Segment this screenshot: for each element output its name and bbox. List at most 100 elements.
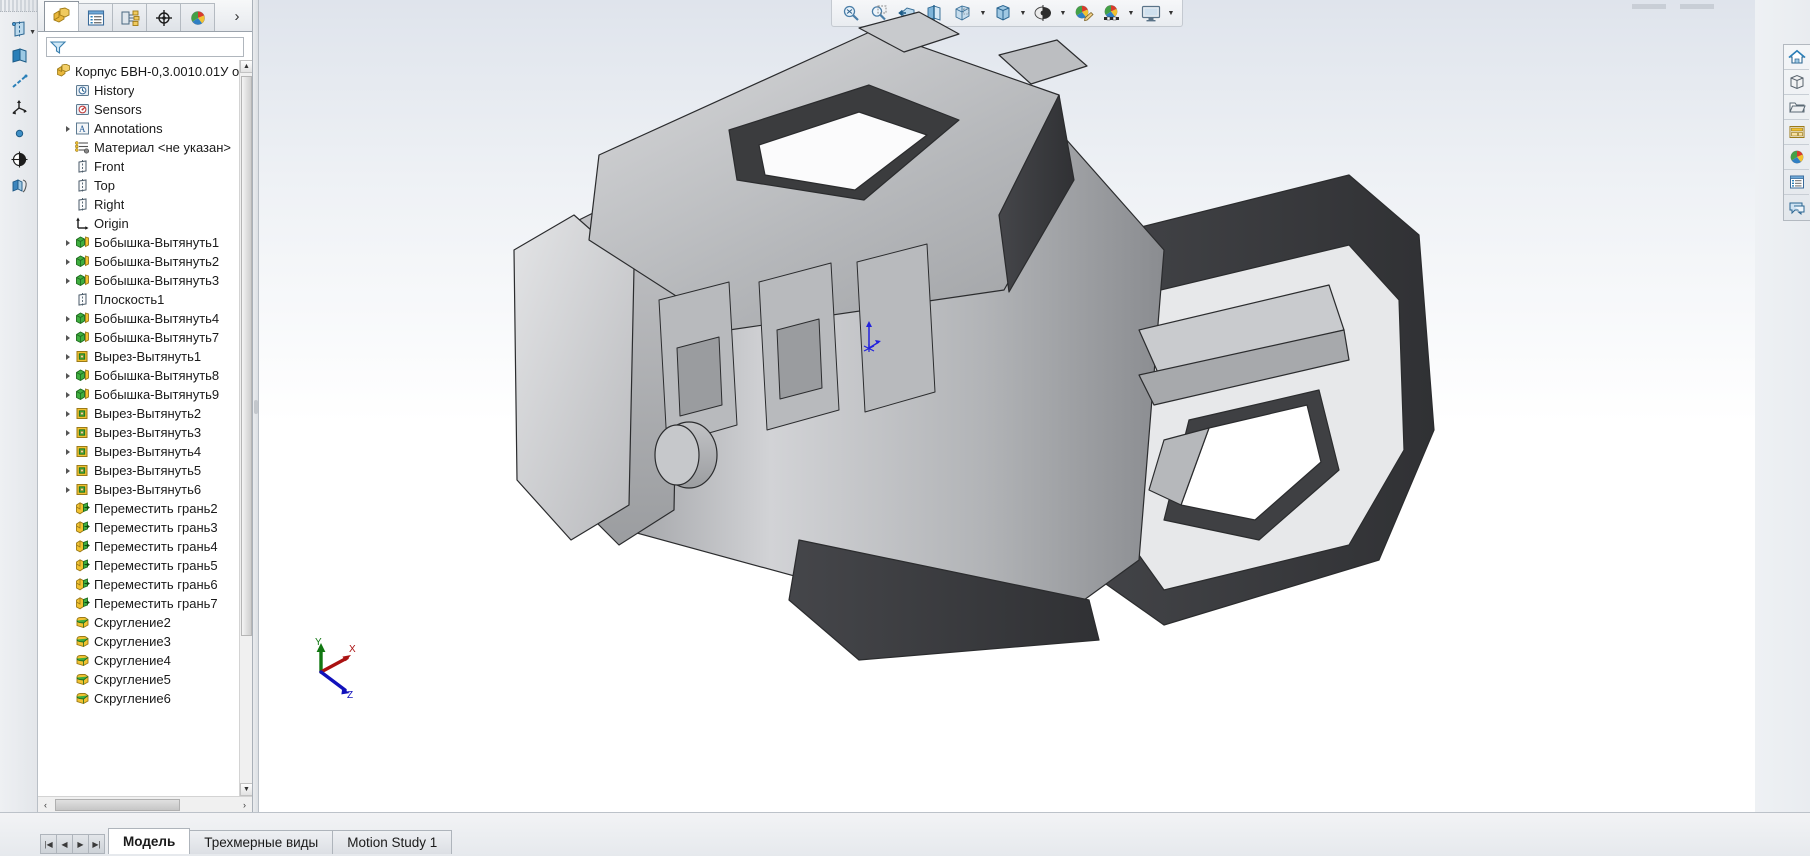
tree-item[interactable]: Плоскость1: [42, 290, 252, 309]
reference-point-button[interactable]: [0, 120, 38, 146]
nav-next-button[interactable]: ▶: [72, 834, 89, 854]
tab-configuration-manager[interactable]: [112, 3, 147, 31]
tree-item[interactable]: Top: [42, 176, 252, 195]
tree-item[interactable]: Скругление6: [42, 689, 252, 708]
tree-item[interactable]: Переместить грань5: [42, 556, 252, 575]
tree-horizontal-scrollbar[interactable]: ‹ ›: [38, 796, 252, 812]
expand-twisty-icon[interactable]: [61, 448, 74, 455]
tree-item[interactable]: Вырез-Вытянуть4: [42, 442, 252, 461]
scroll-right-button[interactable]: ›: [237, 798, 252, 812]
scroll-left-button[interactable]: ‹: [38, 798, 53, 812]
expand-twisty-icon[interactable]: [61, 315, 74, 322]
expand-twisty-icon[interactable]: [61, 467, 74, 474]
tree-item[interactable]: Вырез-Вытянуть3: [42, 423, 252, 442]
boss-extrude-icon: [74, 235, 91, 250]
scroll-up-button[interactable]: ▲: [240, 60, 252, 73]
h-scroll-thumb[interactable]: [55, 798, 180, 811]
tree-item[interactable]: Вырез-Вытянуть1: [42, 347, 252, 366]
3d-graphics-area[interactable]: ▼ ▼ ▼ ▼ ▼ Y X Z: [259, 0, 1755, 812]
tree-item-label: Скругление6: [94, 691, 171, 706]
mirror-part-button[interactable]: [0, 172, 38, 198]
appearances-scenes-button[interactable]: [1784, 145, 1809, 170]
tree-item[interactable]: Вырез-Вытянуть6: [42, 480, 252, 499]
tree-item-label: Annotations: [94, 121, 163, 136]
expand-panel-button[interactable]: ›: [226, 4, 248, 28]
design-tree[interactable]: Корпус БВН-0,3.0010.01У отливка (D Histor…: [38, 60, 252, 796]
reference-plane-2-button[interactable]: [0, 42, 38, 68]
tree-item-label: Top: [94, 178, 115, 193]
h-scroll-track[interactable]: [53, 798, 237, 812]
tree-item[interactable]: Бобышка-Вытянуть1: [42, 233, 252, 252]
expand-twisty-icon[interactable]: [61, 125, 74, 132]
filter-box[interactable]: [46, 37, 244, 57]
nav-first-button[interactable]: |◀: [40, 834, 57, 854]
tree-item[interactable]: Вырез-Вытянуть5: [42, 461, 252, 480]
custom-properties-button[interactable]: [1784, 170, 1809, 195]
tree-item[interactable]: Бобышка-Вытянуть8: [42, 366, 252, 385]
tree-item[interactable]: Бобышка-Вытянуть3: [42, 271, 252, 290]
design-library-button[interactable]: [1784, 70, 1809, 95]
tree-item[interactable]: Переместить грань7: [42, 594, 252, 613]
tree-item[interactable]: Скругление4: [42, 651, 252, 670]
plane-icon: [11, 20, 24, 37]
expand-twisty-icon[interactable]: [61, 410, 74, 417]
bottom-tab[interactable]: Motion Study 1: [332, 830, 453, 854]
cut-extrude-icon: [74, 425, 91, 440]
tree-item[interactable]: Front: [42, 157, 252, 176]
tree-item[interactable]: Origin: [42, 214, 252, 233]
tree-item[interactable]: Переместить грань3: [42, 518, 252, 537]
solidworks-resources-button[interactable]: [1784, 45, 1809, 70]
nav-last-button[interactable]: ▶|: [88, 834, 105, 854]
tab-dimxpert-manager[interactable]: [146, 3, 181, 31]
tab-display-manager[interactable]: [180, 3, 215, 31]
tree-item[interactable]: Скругление3: [42, 632, 252, 651]
expand-twisty-icon[interactable]: [61, 353, 74, 360]
chevron-down-icon[interactable]: ▼: [29, 29, 36, 36]
expand-twisty-icon[interactable]: [61, 391, 74, 398]
solidworks-forum-button[interactable]: [1784, 195, 1809, 220]
plane-ref-icon: [74, 292, 91, 307]
tree-item[interactable]: Бобышка-Вытянуть2: [42, 252, 252, 271]
reference-plane-button[interactable]: ▼: [0, 16, 38, 42]
tree-vertical-scrollbar[interactable]: ▲ ▼: [239, 60, 252, 796]
expand-twisty-icon[interactable]: [61, 277, 74, 284]
model-pocket: [676, 336, 723, 417]
expand-twisty-icon[interactable]: [61, 372, 74, 379]
tree-item[interactable]: History: [42, 81, 252, 100]
file-explorer-button[interactable]: [1784, 95, 1809, 120]
view-palette-button[interactable]: [1784, 120, 1809, 145]
tree-root-item[interactable]: Корпус БВН-0,3.0010.01У отливка (D: [42, 62, 252, 81]
tree-item[interactable]: Материал <не указан>: [42, 138, 252, 157]
nav-prev-button[interactable]: ◀: [56, 834, 73, 854]
tree-item[interactable]: Скругление5: [42, 670, 252, 689]
tree-item[interactable]: A Annotations: [42, 119, 252, 138]
tree-item[interactable]: Бобышка-Вытянуть9: [42, 385, 252, 404]
tree-item[interactable]: Переместить грань6: [42, 575, 252, 594]
tab-feature-manager-design-tree[interactable]: [44, 1, 79, 31]
tree-item[interactable]: Right: [42, 195, 252, 214]
expand-twisty-icon[interactable]: [61, 486, 74, 493]
expand-twisty-icon[interactable]: [61, 334, 74, 341]
coordinate-system-button[interactable]: [0, 94, 38, 120]
tree-item[interactable]: Переместить грань2: [42, 499, 252, 518]
reference-axis-button[interactable]: [0, 68, 38, 94]
tab-property-manager[interactable]: [78, 3, 113, 31]
cad-model-housing[interactable]: [259, 0, 1755, 812]
tree-item[interactable]: Бобышка-Вытянуть7: [42, 328, 252, 347]
tree-item[interactable]: Sensors: [42, 100, 252, 119]
expand-twisty-icon[interactable]: [61, 258, 74, 265]
plane-solid-icon: [12, 47, 26, 63]
scroll-down-button[interactable]: ▼: [240, 783, 252, 796]
bottom-tab[interactable]: Модель: [108, 828, 191, 854]
tree-item[interactable]: Скругление2: [42, 613, 252, 632]
tree-item[interactable]: Вырез-Вытянуть2: [42, 404, 252, 423]
tree-item[interactable]: Переместить грань4: [42, 537, 252, 556]
model-lug: [998, 39, 1088, 85]
bottom-tab[interactable]: Трехмерные виды: [189, 830, 334, 854]
search-input[interactable]: [67, 40, 243, 54]
mate-reference-button[interactable]: [0, 146, 38, 172]
tree-item[interactable]: Бобышка-Вытянуть4: [42, 309, 252, 328]
scroll-thumb[interactable]: [241, 76, 252, 636]
expand-twisty-icon[interactable]: [61, 429, 74, 436]
expand-twisty-icon[interactable]: [61, 239, 74, 246]
